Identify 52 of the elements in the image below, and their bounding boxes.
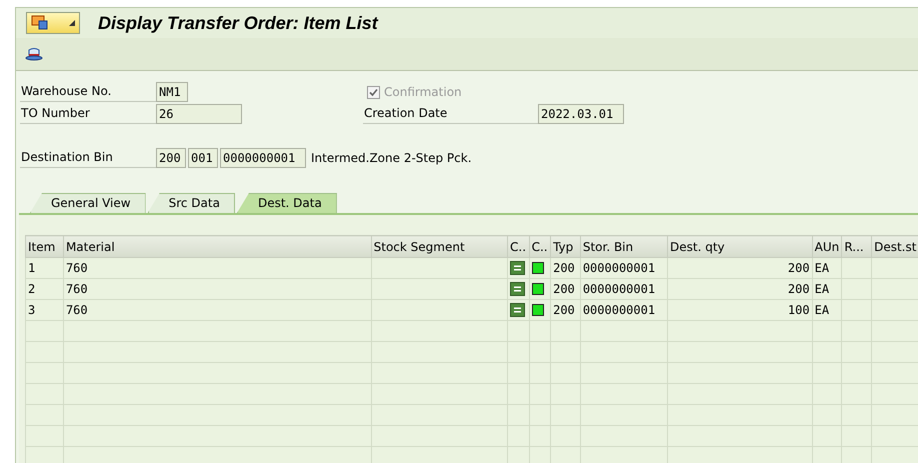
table-cell: EA [812, 300, 842, 320]
table-cell: 2 [26, 278, 64, 300]
table-cell: 200 [550, 258, 580, 278]
status-square-icon [532, 304, 544, 316]
column-header[interactable]: C.. [529, 236, 551, 258]
table-cell: 0000000001 [580, 258, 668, 278]
dropdown-icon [69, 20, 75, 26]
table-cell: 0000000001 [580, 278, 668, 300]
column-header[interactable]: R... [842, 236, 872, 258]
bin-description: Intermed.Zone 2-Step Pck. [311, 151, 472, 165]
table-cell: 760 [63, 258, 372, 278]
column-header[interactable]: C.. [508, 236, 530, 258]
bin-field[interactable]: 001 [188, 148, 218, 168]
tab[interactable]: Src Data [148, 193, 235, 213]
table-cell: 200 [668, 278, 812, 300]
tab[interactable]: Dest. Data [236, 193, 337, 213]
to-number-field[interactable]: 26 [156, 104, 242, 124]
table-cell: 760 [63, 300, 372, 320]
column-header[interactable]: Dest. qty [668, 236, 812, 258]
menu-icon [31, 15, 49, 31]
bin-field[interactable]: 0000000001 [220, 148, 306, 168]
field-label: Creation Date [363, 104, 538, 124]
table-cell: 200 [550, 300, 580, 320]
table-cell: 200 [550, 278, 580, 300]
column-header[interactable]: Stock Segment [371, 236, 508, 258]
table-cell: 3 [26, 300, 64, 320]
column-header[interactable]: Material [63, 236, 372, 258]
warehouse-field[interactable]: NM1 [156, 82, 188, 102]
tab[interactable]: General View [30, 193, 146, 213]
table-cell: 100 [668, 300, 812, 320]
table-cell: EA [812, 278, 842, 300]
bin-field[interactable]: 200 [156, 148, 186, 168]
table-cell: 1 [26, 258, 64, 278]
column-header[interactable]: Dest.st [872, 236, 918, 258]
status-square-icon [532, 262, 544, 274]
column-header[interactable]: Typ [550, 236, 580, 258]
equals-icon [510, 261, 526, 275]
table-cell: 760 [63, 278, 372, 300]
status-square-icon [532, 283, 544, 295]
column-header[interactable]: Item [26, 236, 64, 258]
table-cell: 0000000001 [580, 300, 668, 320]
menu-button[interactable] [26, 12, 80, 34]
column-header[interactable]: AUn [812, 236, 842, 258]
table-cell: EA [812, 258, 842, 278]
date-field[interactable]: 2022.03.01 [538, 104, 624, 124]
window-title: Display Transfer Order: Item List [98, 12, 378, 34]
checkbox-label: Confirmation [383, 84, 463, 100]
equals-icon [510, 303, 526, 317]
column-header[interactable]: Stor. Bin [580, 236, 668, 258]
table-cell: 200 [668, 258, 812, 278]
hat-icon[interactable] [25, 47, 43, 61]
equals-icon [510, 282, 526, 296]
